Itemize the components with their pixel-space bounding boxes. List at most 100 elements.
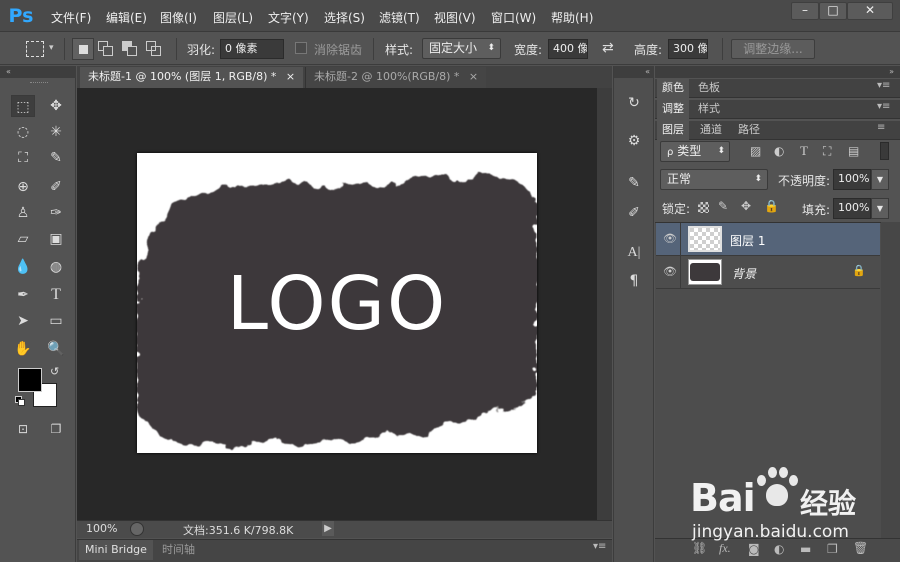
filter-type-icon[interactable]: T — [800, 143, 808, 159]
foreground-color-swatch[interactable] — [18, 368, 42, 392]
close-tab-icon[interactable]: × — [469, 70, 478, 83]
feather-input[interactable]: 0 像素 — [220, 39, 284, 59]
fill-slider-icon[interactable]: ▼ — [871, 198, 889, 219]
eraser-tool-icon[interactable]: ▱ — [11, 228, 35, 250]
status-arrow-icon[interactable]: ▶ — [322, 521, 334, 536]
add-selection-icon[interactable] — [98, 41, 114, 57]
tab-mini-bridge[interactable]: Mini Bridge — [79, 540, 153, 560]
fill-input[interactable]: 100% — [833, 198, 871, 219]
close-tab-icon[interactable]: × — [286, 70, 295, 83]
layer-filter-dropdown[interactable]: ρ 类型 ⬍ — [660, 141, 730, 162]
tab-paths[interactable]: 路径 — [733, 121, 765, 140]
blend-mode-dropdown[interactable]: 正常 ⬍ — [660, 169, 768, 190]
brush-panel-icon[interactable]: ✐ — [620, 202, 648, 224]
document-tab-2[interactable]: 未标题-2 @ 100%(RGB/8) * × — [305, 67, 487, 88]
move-tool-icon[interactable]: ✥ — [44, 95, 68, 117]
antialias-checkbox[interactable] — [295, 42, 307, 54]
tab-color[interactable]: 颜色 — [657, 79, 689, 98]
menu-filter[interactable]: 滤镜(T) — [379, 9, 420, 25]
brush-presets-panel-icon[interactable]: ✎ — [620, 172, 648, 194]
tab-channels[interactable]: 通道 — [695, 121, 727, 140]
opacity-slider-icon[interactable]: ▼ — [871, 169, 889, 190]
pen-tool-icon[interactable]: ✒ — [11, 284, 35, 306]
layer-row-layer-1[interactable]: 👁 图层 1 — [656, 223, 880, 256]
panel-menu-icon[interactable]: ▾≡ — [593, 541, 606, 552]
crop-tool-icon[interactable]: ⛶ — [11, 147, 35, 169]
menu-layer[interactable]: 图层(L) — [213, 9, 253, 25]
status-menu-icon[interactable] — [130, 522, 144, 536]
lock-all-icon[interactable]: 🔒 — [764, 199, 779, 213]
eye-visibility-icon[interactable]: 👁 — [662, 231, 678, 247]
layer-lock-icon[interactable]: 🔒 — [852, 264, 866, 277]
document-tab-1[interactable]: 未标题-1 @ 100% (图层 1, RGB/8) * × — [80, 67, 304, 88]
spot-healing-tool-icon[interactable]: ⊕ — [11, 176, 35, 198]
blur-tool-icon[interactable]: 💧 — [11, 256, 35, 278]
lasso-tool-icon[interactable]: ◌ — [11, 121, 35, 143]
screen-mode-icon[interactable]: ❐ — [44, 418, 68, 440]
rectangle-tool-icon[interactable]: ▭ — [44, 310, 68, 332]
tab-timeline[interactable]: 时间轴 — [156, 540, 201, 560]
panel-menu-icon[interactable]: ≡ — [877, 122, 885, 133]
menu-select[interactable]: 选择(S) — [324, 9, 365, 25]
tab-adjustments[interactable]: 调整 — [657, 100, 689, 119]
width-input[interactable]: 400 像 — [548, 39, 588, 59]
zoom-tool-icon[interactable]: 🔍 — [44, 338, 68, 360]
brush-tool-icon[interactable]: ✐ — [44, 176, 68, 198]
menu-edit[interactable]: 编辑(E) — [106, 9, 147, 25]
eyedropper-tool-icon[interactable]: ✎ — [44, 147, 68, 169]
menu-view[interactable]: 视图(V) — [434, 9, 476, 25]
paragraph-panel-icon[interactable]: ¶ — [620, 270, 648, 292]
lock-position-icon[interactable]: ✥ — [741, 199, 751, 213]
style-dropdown[interactable]: 固定大小 ⬍ — [422, 38, 501, 59]
history-brush-tool-icon[interactable]: ✑ — [44, 202, 68, 224]
height-input[interactable]: 300 像 — [668, 39, 708, 59]
filter-pixel-icon[interactable]: ▨ — [750, 144, 761, 158]
default-colors-icon[interactable] — [15, 396, 25, 406]
type-tool-icon[interactable]: T — [44, 284, 68, 306]
close-button[interactable]: ✕ — [847, 2, 893, 20]
marquee-tool-preset-icon[interactable] — [26, 41, 44, 57]
preset-dropdown-icon[interactable]: ▾ — [49, 43, 54, 53]
filter-toggle-switch[interactable] — [880, 142, 889, 160]
swap-dimensions-icon[interactable]: ⇄ — [602, 40, 614, 56]
filter-smart-object-icon[interactable]: ▤ — [848, 144, 859, 158]
menu-window[interactable]: 窗口(W) — [491, 9, 536, 25]
lock-transparency-icon[interactable] — [698, 202, 709, 213]
hand-tool-icon[interactable]: ✋ — [11, 338, 35, 360]
menu-help[interactable]: 帮助(H) — [551, 9, 593, 25]
maximize-button[interactable]: □ — [819, 2, 847, 20]
magic-wand-tool-icon[interactable]: ✳ — [44, 121, 68, 143]
swap-colors-icon[interactable]: ↺ — [50, 365, 59, 378]
layer-row-background[interactable]: 👁 背景 🔒 — [656, 256, 880, 289]
document-canvas[interactable]: LOGO — [137, 153, 537, 453]
subtract-selection-icon[interactable] — [122, 41, 138, 57]
dodge-tool-icon[interactable]: ◍ — [44, 256, 68, 278]
panel-menu-icon[interactable]: ▾≡ — [877, 80, 890, 91]
path-selection-tool-icon[interactable]: ➤ — [11, 310, 35, 332]
new-selection-button[interactable] — [72, 38, 94, 60]
collapse-panels-icon[interactable]: » — [655, 66, 900, 78]
tab-swatches[interactable]: 色板 — [693, 79, 725, 98]
lock-pixels-icon[interactable]: ✎ — [718, 199, 728, 213]
menu-file[interactable]: 文件(F) — [51, 9, 91, 25]
collapse-toolbar-icon[interactable]: « — [0, 66, 76, 78]
clone-stamp-tool-icon[interactable]: ♙ — [11, 202, 35, 224]
menu-image[interactable]: 图像(I) — [160, 9, 197, 25]
quick-mask-icon[interactable]: ⊡ — [11, 418, 35, 440]
filter-shape-icon[interactable]: ⛶ — [823, 144, 831, 159]
gradient-tool-icon[interactable]: ▣ — [44, 228, 68, 250]
minimize-button[interactable]: – — [791, 2, 819, 20]
menu-type[interactable]: 文字(Y) — [268, 9, 309, 25]
character-panel-icon[interactable]: A| — [620, 242, 648, 264]
vertical-scrollbar[interactable] — [597, 88, 612, 520]
properties-panel-icon[interactable]: ⚙ — [620, 130, 648, 152]
zoom-level[interactable]: 100% — [86, 522, 117, 535]
tab-styles[interactable]: 样式 — [693, 100, 725, 119]
refine-edge-button[interactable]: 调整边缘... — [731, 39, 815, 59]
rect-marquee-tool-icon[interactable]: ⬚ — [11, 95, 35, 117]
expand-dock-icon[interactable]: « — [614, 66, 654, 78]
opacity-input[interactable]: 100% — [833, 169, 871, 190]
tab-layers[interactable]: 图层 — [657, 121, 689, 140]
filter-adjustment-icon[interactable]: ◐ — [774, 144, 784, 158]
panel-menu-icon[interactable]: ▾≡ — [877, 101, 890, 112]
